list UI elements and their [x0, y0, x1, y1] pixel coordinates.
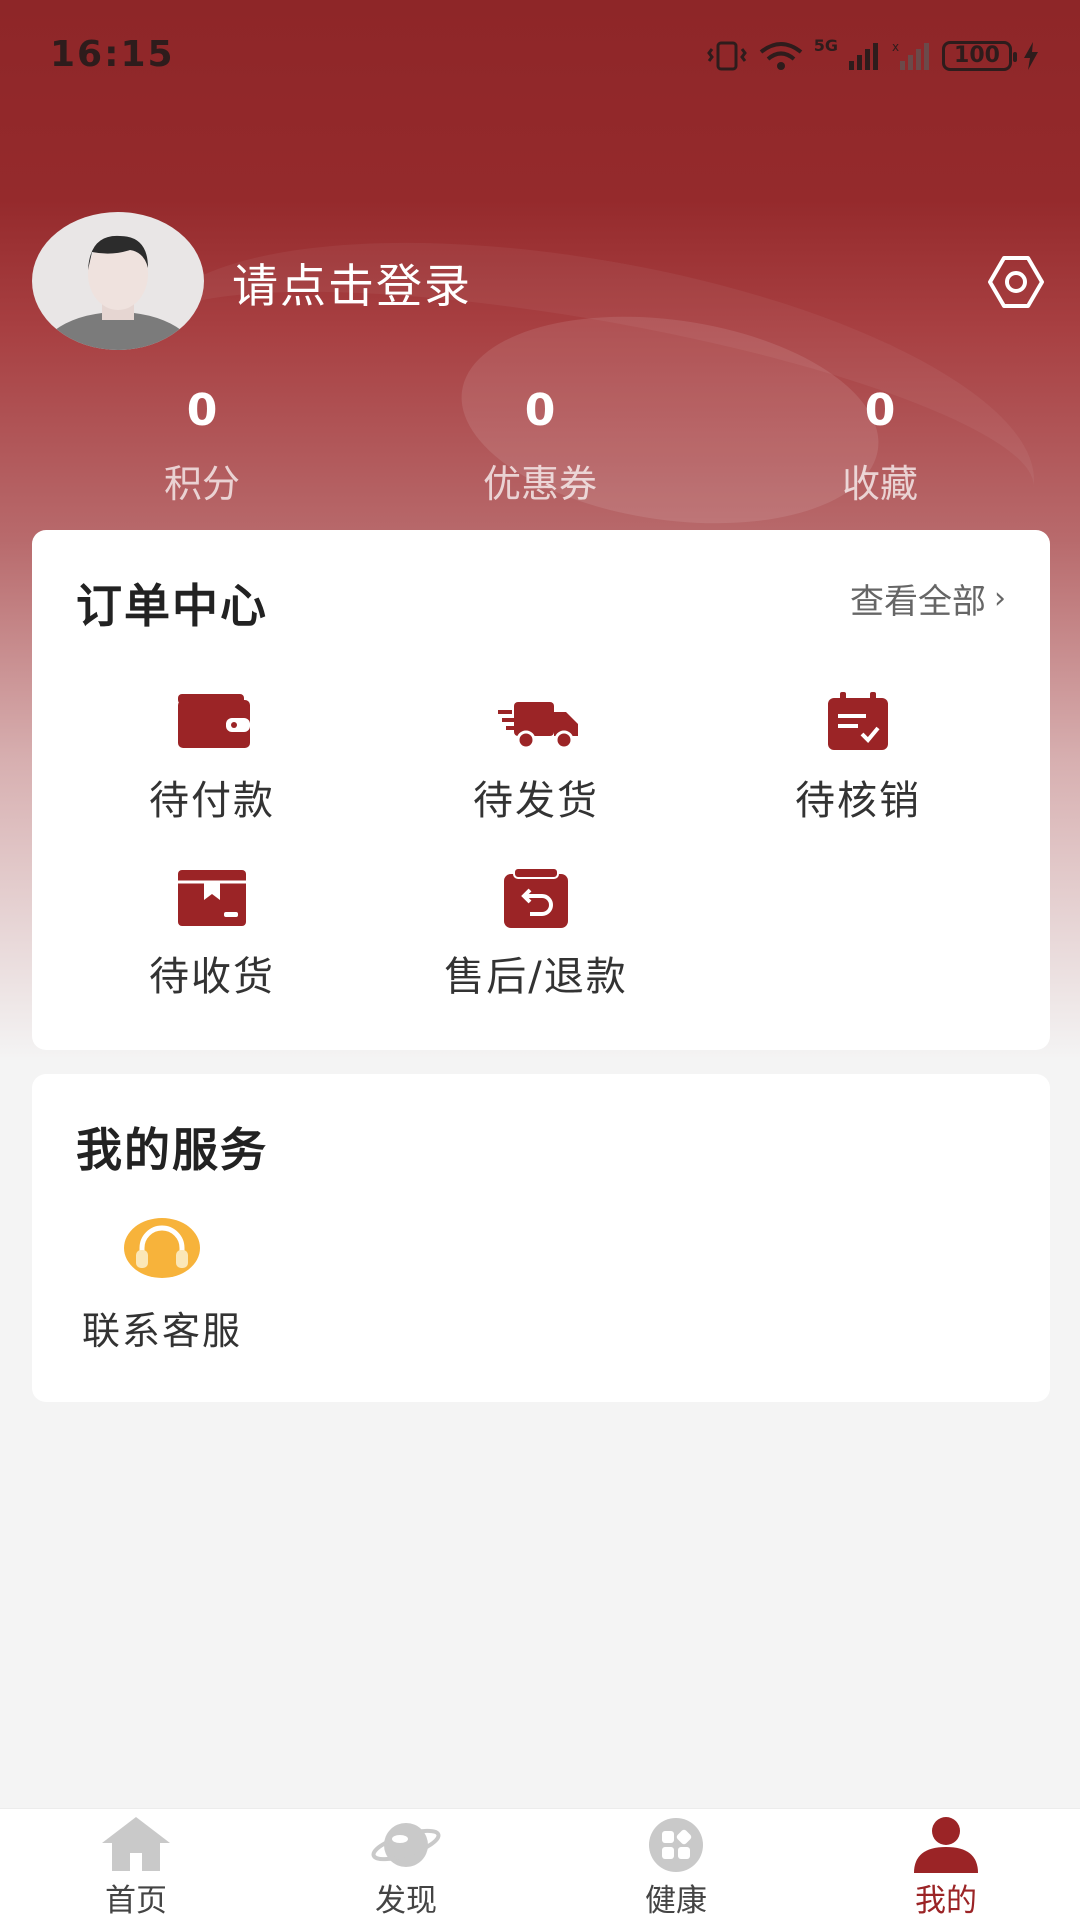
nav-label: 首页 [105, 1883, 167, 1919]
home-icon [100, 1815, 172, 1873]
stats-row: 0 积分 0 优惠券 0 收藏 [0, 385, 1080, 515]
nav-home[interactable]: 首页 [66, 1815, 206, 1920]
user-avatar[interactable] [32, 212, 204, 350]
return-icon [496, 866, 576, 930]
avatar-person-icon [38, 235, 198, 350]
view-all-label: 查看全部 [850, 582, 986, 622]
stat-points[interactable]: 0 积分 [92, 385, 312, 508]
service-contact-support[interactable]: 联系客服 [62, 1214, 262, 1355]
status-icons: 5G x 100 [706, 36, 1040, 76]
stat-label: 优惠券 [482, 462, 597, 506]
svg-text:x: x [892, 41, 899, 54]
nav-mine[interactable]: 我的 [876, 1815, 1016, 1920]
order-pending-receipt[interactable]: 待收货 [62, 866, 362, 1002]
user-icon [910, 1815, 982, 1873]
network-type-label: 5G [813, 36, 838, 55]
stat-label: 收藏 [841, 462, 918, 506]
signal-weak-icon: x [892, 41, 929, 70]
settings-button[interactable] [984, 254, 1048, 310]
stat-favorites[interactable]: 0 收藏 [770, 385, 990, 508]
order-pending-verification[interactable]: 待核销 [708, 690, 1008, 826]
headset-icon [122, 1214, 202, 1278]
signal-icon [849, 43, 878, 70]
vibrate-icon [706, 41, 747, 71]
bottom-navigation: 首页 发现 健康 我的 [0, 1808, 1080, 1920]
nav-label: 发现 [375, 1883, 437, 1919]
order-center-card: 订单中心 查看全部 › 待付款 待发货 待核销 待收货 售后/退款 [32, 530, 1050, 1050]
status-time: 16:15 [50, 34, 175, 75]
order-item-label: 待核销 [795, 778, 921, 824]
stat-coupons[interactable]: 0 优惠券 [430, 385, 650, 508]
order-center-title: 订单中心 [76, 579, 268, 633]
wallet-icon [172, 690, 252, 754]
order-pending-shipment[interactable]: 待发货 [386, 690, 686, 826]
chevron-right-icon: › [994, 581, 1006, 616]
wifi-icon [759, 42, 802, 70]
service-label: 联系客服 [81, 1309, 242, 1353]
nav-label: 我的 [915, 1883, 977, 1919]
view-all-orders-link[interactable]: 查看全部 › [850, 574, 1006, 623]
stat-value: 0 [186, 385, 218, 436]
order-pending-payment[interactable]: 待付款 [62, 690, 362, 826]
stat-value: 0 [524, 385, 556, 436]
calendar-check-icon [818, 690, 898, 754]
order-item-label: 售后/退款 [444, 954, 628, 1000]
grid-icon [640, 1815, 712, 1873]
stat-value: 0 [864, 385, 896, 436]
battery-indicator: 100 [942, 41, 1017, 71]
my-services-title: 我的服务 [76, 1123, 268, 1177]
box-icon [172, 866, 252, 930]
truck-icon [496, 690, 578, 754]
nav-discover[interactable]: 发现 [336, 1815, 476, 1920]
order-item-label: 待发货 [473, 778, 599, 824]
planet-icon [370, 1815, 442, 1873]
login-prompt[interactable]: 请点击登录 [232, 250, 472, 316]
stat-label: 积分 [163, 462, 240, 506]
nav-health[interactable]: 健康 [606, 1815, 746, 1920]
nav-label: 健康 [645, 1883, 707, 1919]
gear-icon [988, 256, 1044, 308]
order-item-label: 待收货 [149, 954, 275, 1000]
order-after-sales[interactable]: 售后/退款 [386, 866, 686, 1002]
charging-icon [1024, 42, 1038, 70]
my-services-card: 我的服务 联系客服 [32, 1074, 1050, 1402]
order-item-label: 待付款 [149, 778, 275, 824]
status-bar: 16:15 5G x 100 [0, 0, 1080, 110]
